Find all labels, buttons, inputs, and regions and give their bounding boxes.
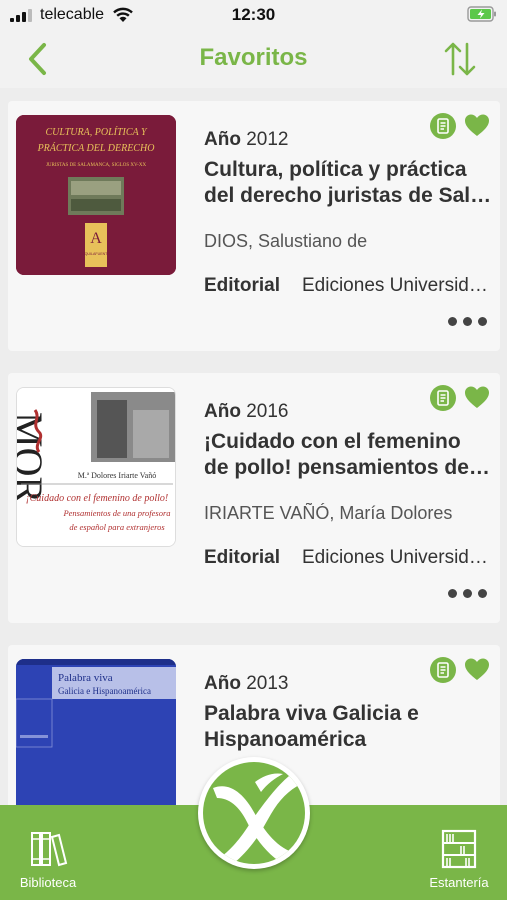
bookshelf-icon	[441, 829, 477, 869]
book-card[interactable]: CULTURA, POLÍTICA Y PRÁCTICA DEL DERECHO…	[8, 101, 500, 351]
document-icon[interactable]	[430, 113, 456, 139]
tab-biblioteca[interactable]: Biblioteca	[8, 829, 88, 890]
book-title[interactable]: Cultura, política y práctica del derecho…	[204, 157, 494, 209]
document-icon[interactable]	[430, 657, 456, 683]
more-dots-icon[interactable]	[448, 315, 488, 327]
book-cover[interactable]: MOR M.ª Dolores Iriarte Vañó ¡Cuidado co…	[16, 387, 176, 547]
book-title[interactable]: Palabra viva Galicia e Hispanoamérica	[204, 701, 494, 753]
tab-estanteria[interactable]: Estantería	[419, 829, 499, 890]
year-label: Año	[204, 673, 241, 694]
page-title: Favoritos	[199, 44, 308, 71]
svg-text:A: A	[90, 230, 102, 247]
cover-subtitle: JURISTAS DE SALAMANCA, SIGLOS XV-XX	[46, 163, 147, 168]
book-title-line2: de pollo! pensamientos de una profesora	[204, 456, 494, 479]
app-logo-button[interactable]	[198, 757, 310, 869]
app-logo-icon	[203, 762, 305, 864]
books-icon	[31, 832, 68, 867]
cover-illustration: CULTURA, POLÍTICA Y PRÁCTICA DEL DERECHO…	[16, 115, 176, 275]
cover-series: MOR	[17, 412, 51, 503]
heart-icon[interactable]	[464, 385, 490, 411]
sort-arrows-icon[interactable]	[442, 40, 478, 78]
cover-author: M.ª Dolores Iriarte Vañó	[78, 471, 156, 480]
book-title-line1: ¡Cuidado con el femenino	[204, 430, 461, 453]
book-author: DIOS, Salustiano de	[204, 231, 368, 251]
cover-illustration: MOR M.ª Dolores Iriarte Vañó ¡Cuidado co…	[17, 388, 175, 546]
tab-biblioteca-label: Biblioteca	[19, 875, 77, 890]
book-year: Año 2016	[204, 401, 289, 423]
editorial-label: Editorial	[204, 547, 281, 568]
book-year: Año 2013	[204, 673, 289, 695]
navigation-bar: Favoritos	[0, 30, 507, 88]
editorial-value: Ediciones Universidad de Salamanca	[302, 275, 492, 296]
cover-title-line2: Pensamientos de una profesora	[62, 508, 170, 518]
cover-title-line1: Palabra viva	[58, 672, 113, 684]
cover-title-line1: ¡Cuidado con el femenino de pollo!	[26, 493, 168, 504]
cover-title-line1: CULTURA, POLÍTICA Y	[45, 126, 147, 138]
document-icon[interactable]	[430, 385, 456, 411]
status-bar: telecable 12:30	[0, 0, 507, 30]
cover-logo: AQUILAFUENTE	[82, 252, 110, 256]
book-title-line1: Palabra viva Galicia e	[204, 702, 419, 725]
book-title-line2: Hispanoamérica	[204, 728, 367, 751]
year-value: 2012	[246, 129, 289, 150]
more-dots-icon[interactable]	[448, 587, 488, 599]
book-year: Año 2012	[204, 129, 289, 151]
book-cover[interactable]: Palabra viva Galicia e Hispanoamérica	[16, 659, 176, 819]
editorial-label: Editorial	[204, 275, 281, 296]
heart-icon[interactable]	[464, 657, 490, 683]
cover-title-line2: PRÁCTICA DEL DERECHO	[37, 142, 155, 154]
editorial-value: Ediciones Universidad de Salamanca	[302, 547, 492, 568]
clock: 12:30	[231, 5, 276, 24]
book-title[interactable]: ¡Cuidado con el femenino de pollo! pensa…	[204, 429, 494, 481]
book-cover[interactable]: CULTURA, POLÍTICA Y PRÁCTICA DEL DERECHO…	[16, 115, 176, 275]
book-title-line1: Cultura, política y práctica	[204, 158, 467, 181]
tab-estanteria-label: Estantería	[429, 875, 489, 890]
cover-title-line3: de español para extranjeros	[69, 522, 165, 532]
book-card[interactable]: MOR M.ª Dolores Iriarte Vañó ¡Cuidado co…	[8, 373, 500, 623]
year-value: 2016	[246, 401, 289, 422]
heart-icon[interactable]	[464, 113, 490, 139]
cover-illustration: Palabra viva Galicia e Hispanoamérica	[16, 659, 176, 819]
book-author: IRIARTE VAÑÓ, María Dolores	[204, 503, 453, 523]
year-value: 2013	[246, 673, 289, 694]
cover-title-line2: Galicia e Hispanoamérica	[58, 686, 151, 696]
year-label: Año	[204, 129, 241, 150]
year-label: Año	[204, 401, 241, 422]
battery-icon	[467, 6, 496, 22]
book-title-line2: del derecho juristas de Salamanca	[204, 184, 494, 207]
